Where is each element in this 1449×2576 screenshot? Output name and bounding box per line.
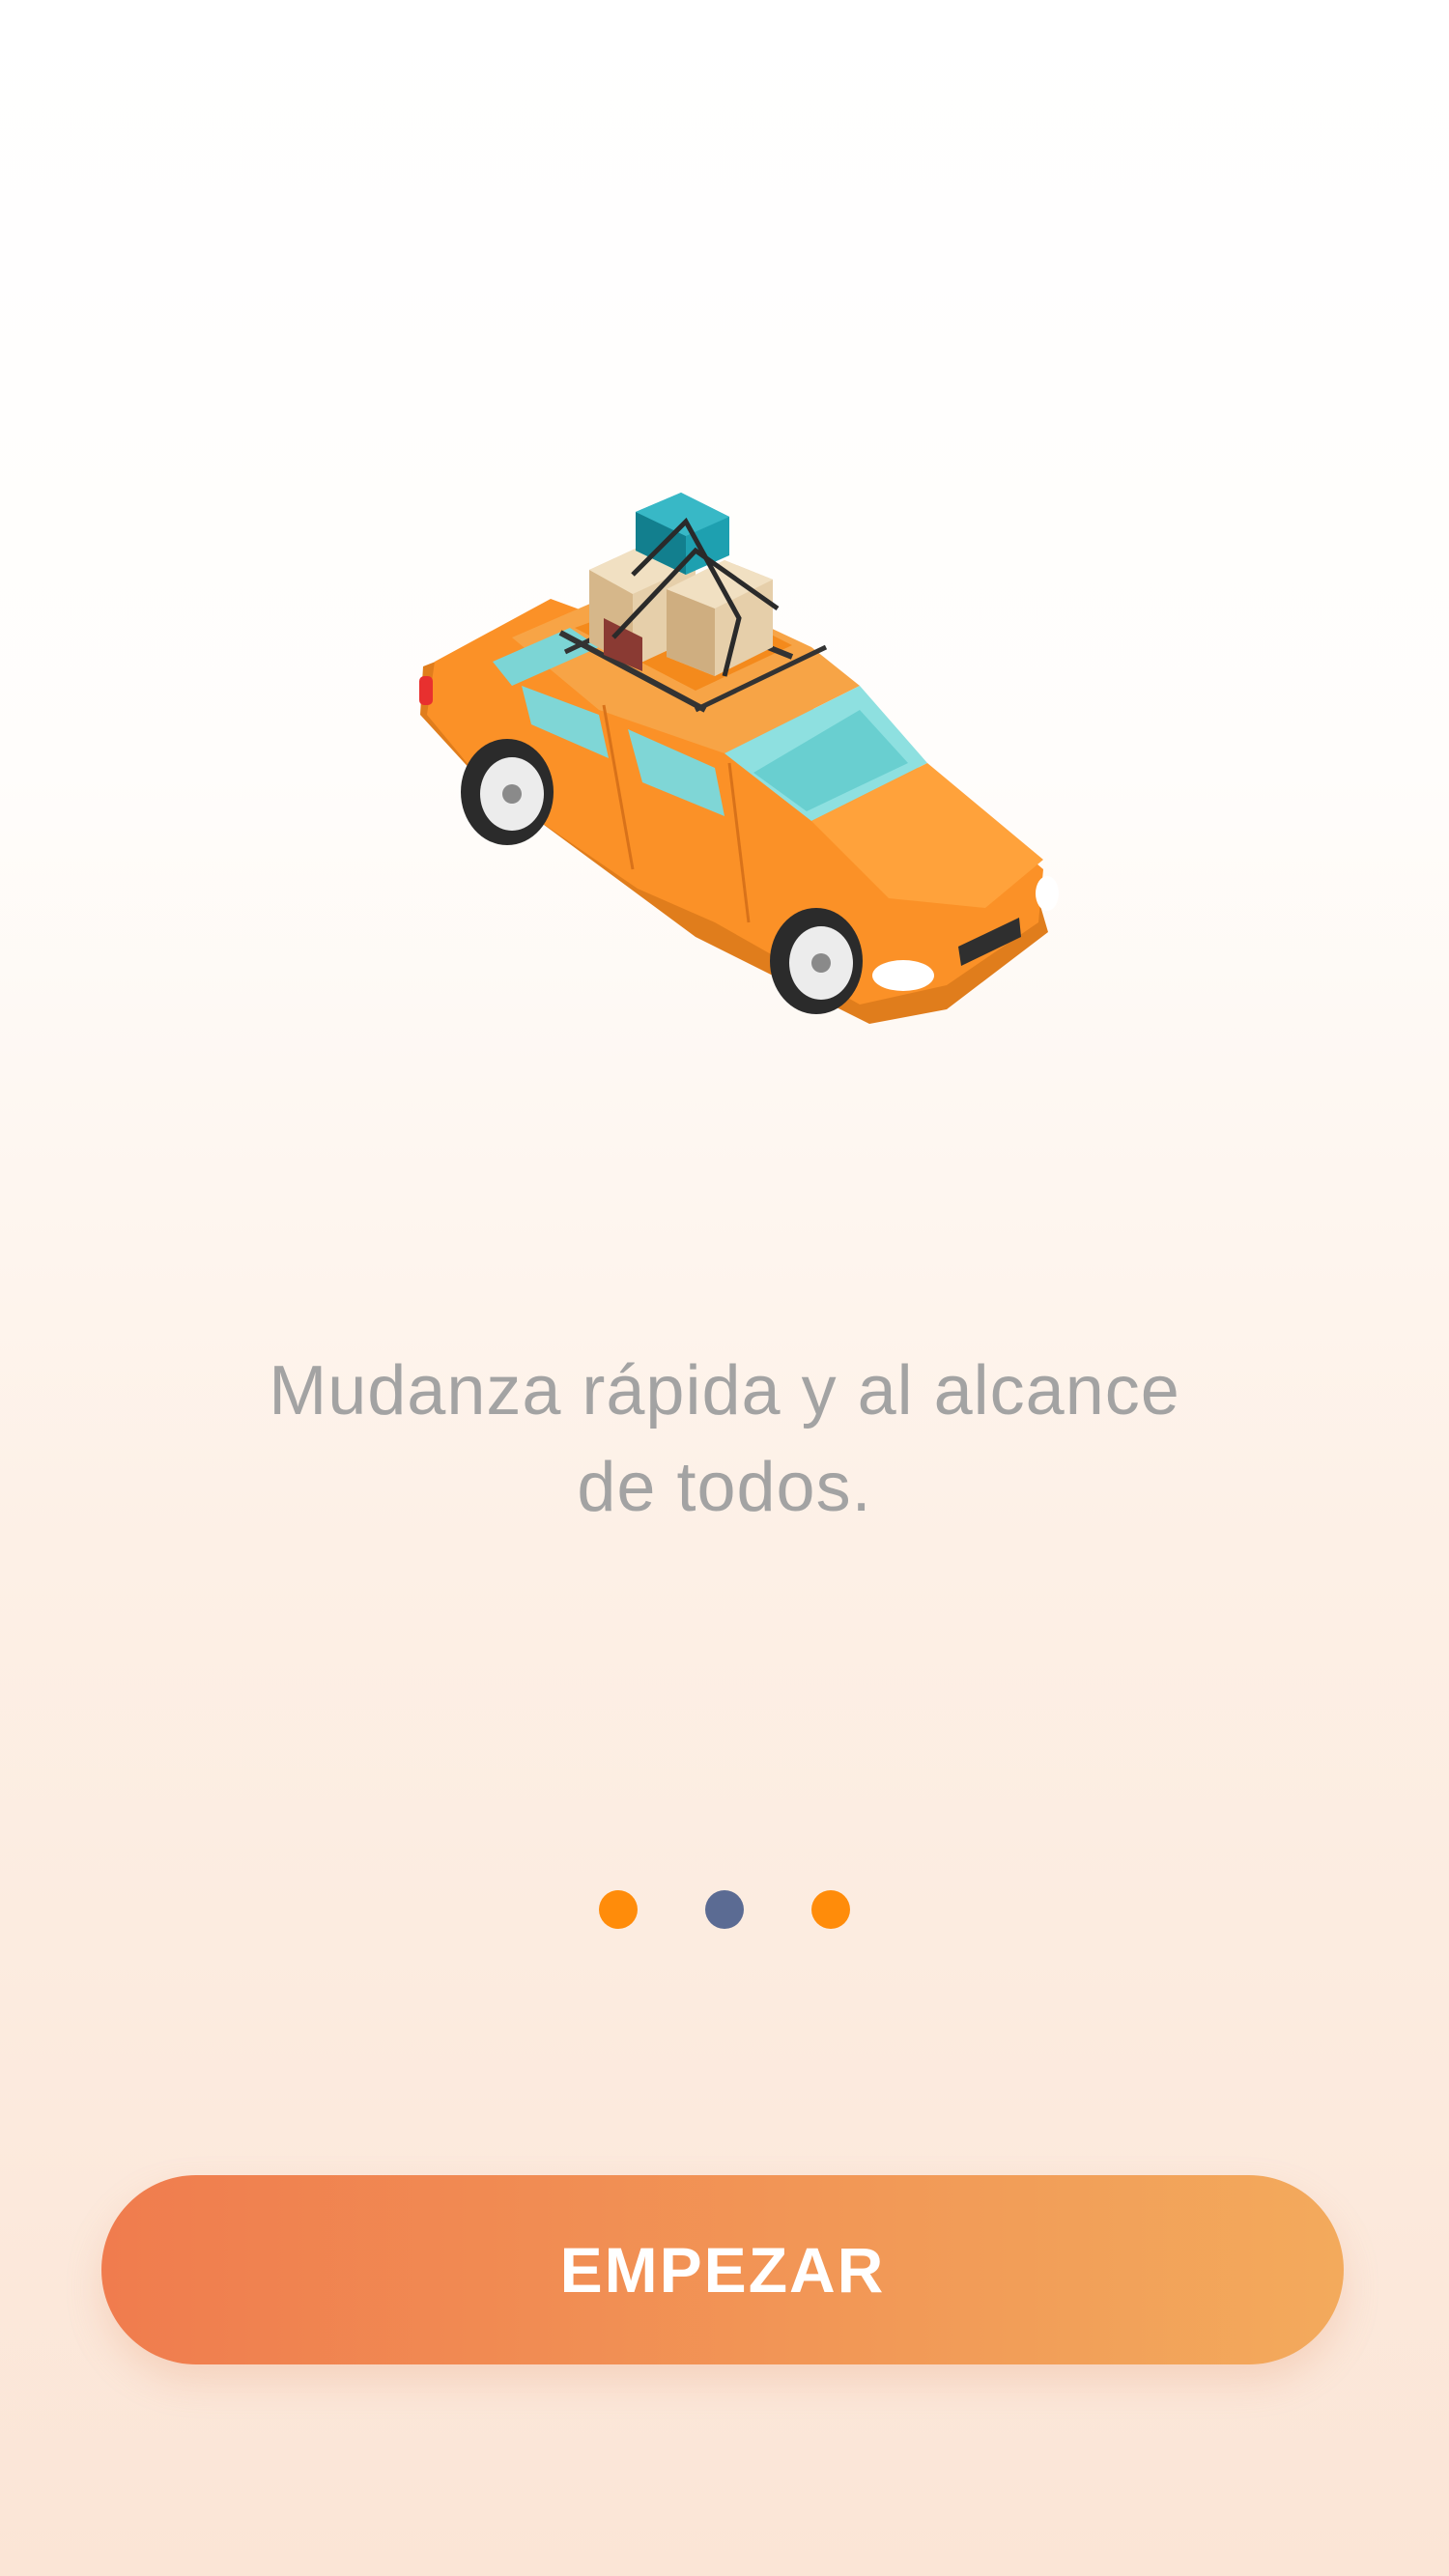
onboarding-screen: Mudanza rápida y al alcance de todos. EM… [0, 0, 1449, 2576]
page-dot-3[interactable] [811, 1890, 850, 1929]
car-with-luggage-icon [406, 483, 1072, 1043]
start-button[interactable]: EMPEZAR [101, 2175, 1344, 2364]
page-indicator [0, 1888, 1449, 1931]
onboarding-tagline: Mudanza rápida y al alcance de todos. [193, 1343, 1256, 1536]
page-dot-1[interactable] [599, 1890, 638, 1929]
tagline-line-2: de todos. [577, 1449, 872, 1526]
page-dot-2[interactable] [705, 1890, 744, 1929]
start-button-label: EMPEZAR [559, 2234, 886, 2306]
tagline-line-1: Mudanza rápida y al alcance [269, 1352, 1180, 1430]
